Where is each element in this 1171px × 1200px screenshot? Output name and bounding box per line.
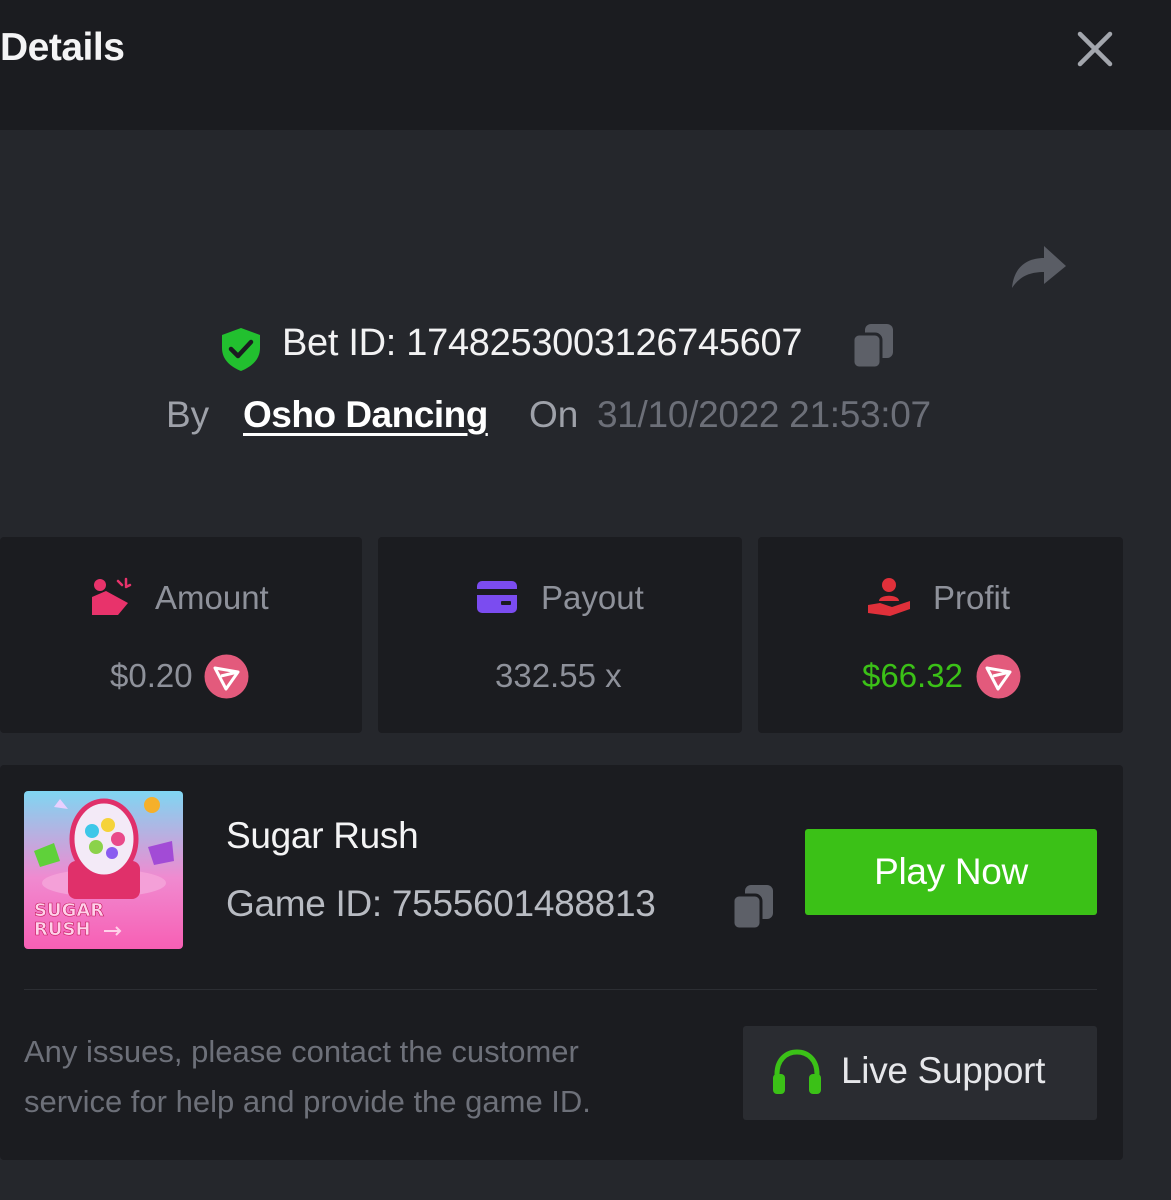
shield-check-icon	[222, 328, 260, 371]
payout-card: Payout 332.55 x	[378, 537, 742, 733]
game-thumbnail[interactable]: SUGAR RUSH	[24, 791, 183, 949]
headset-icon	[773, 1049, 821, 1094]
copy-bet-id-button[interactable]	[851, 322, 895, 370]
profit-label: Profit	[933, 579, 1011, 616]
share-button[interactable]	[1008, 240, 1070, 292]
tron-coin-icon	[976, 654, 1021, 699]
profit-card: Profit $66.32	[758, 537, 1123, 733]
payout-label: Payout	[541, 579, 644, 616]
on-label: On	[529, 394, 579, 435]
copy-game-id-button[interactable]	[731, 883, 775, 931]
bet-meta-row: By Osho Dancing On 31/10/2022 21:53:07	[0, 390, 1171, 440]
payout-value: 332.55 x	[495, 657, 622, 694]
thumb-text-line1: SUGAR	[34, 900, 104, 921]
live-support-button[interactable]: Live Support	[743, 1026, 1097, 1120]
live-support-label: Live Support	[841, 1050, 1046, 1091]
close-icon	[1077, 31, 1113, 67]
by-label: By	[166, 394, 210, 435]
game-card: SUGAR RUSH Sugar Rush Game ID: 755560148…	[0, 765, 1123, 1160]
card-icon	[477, 581, 517, 613]
hand-user-icon	[868, 578, 910, 616]
bet-id-row: Bet ID: 1748253003126745607	[0, 318, 1171, 371]
bet-id: Bet ID: 1748253003126745607	[282, 322, 803, 364]
copy-icon	[851, 324, 893, 370]
game-id: Game ID: 7555601488813	[226, 883, 656, 924]
modal-header: Details	[0, 0, 1171, 130]
divider	[24, 989, 1097, 990]
username-link[interactable]: Osho Dancing	[243, 394, 488, 436]
amount-label: Amount	[155, 579, 269, 616]
sugar-rush-artwork: SUGAR RUSH	[24, 791, 183, 949]
profit-value: $66.32	[862, 657, 963, 694]
support-notice: Any issues, please contact the customer …	[24, 1034, 591, 1119]
tron-coin-icon	[204, 654, 249, 699]
game-name: Sugar Rush	[226, 815, 419, 856]
amount-card: Amount $0.20	[0, 537, 362, 733]
modal-title: Details	[0, 26, 125, 69]
share-icon	[1012, 246, 1066, 288]
play-now-button[interactable]: Play Now	[805, 829, 1097, 915]
coins-hand-icon	[92, 577, 132, 615]
amount-value: $0.20	[110, 657, 193, 694]
thumb-text-line2: RUSH	[34, 919, 91, 940]
close-button[interactable]	[1072, 26, 1118, 72]
copy-icon	[731, 885, 773, 931]
bet-datetime: 31/10/2022 21:53:07	[597, 394, 931, 435]
